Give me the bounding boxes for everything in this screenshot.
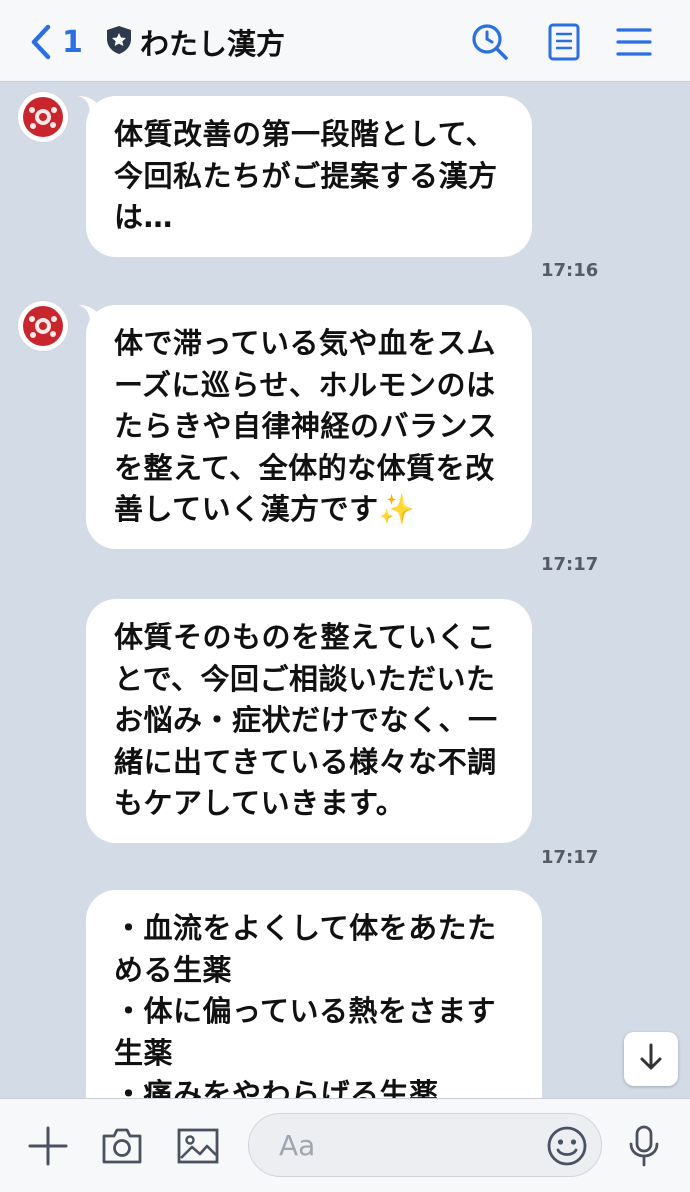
camera-icon[interactable] xyxy=(100,1124,144,1168)
chat-title-area[interactable]: わたし漢方 xyxy=(106,20,285,64)
plus-icon[interactable] xyxy=(26,1124,70,1168)
emoji-icon[interactable] xyxy=(545,1124,589,1168)
chat-title: わたし漢方 xyxy=(140,27,286,61)
chevron-left-icon xyxy=(30,24,52,60)
message-bubble[interactable]: 体で滞っている気や血をスムーズに巡らせ、ホルモンのはたらきや自律神経のバランスを… xyxy=(86,305,532,549)
arrow-down-icon xyxy=(638,1042,664,1076)
message-time: 17:17 xyxy=(541,847,599,868)
message-time: 17:17 xyxy=(541,554,599,575)
message-time: 17:16 xyxy=(541,260,599,281)
avatar[interactable] xyxy=(18,301,68,351)
menu-icon[interactable] xyxy=(614,22,654,62)
message-bubble[interactable]: ・血流をよくして体をあたためる生薬 ・体に偏っている熱をさます生薬 ・痛みをやわ… xyxy=(86,890,542,1098)
message-input[interactable]: Aa xyxy=(248,1113,602,1177)
search-history-icon[interactable] xyxy=(470,22,510,62)
unread-count: 1 xyxy=(62,24,83,60)
message-bubble[interactable]: 体質改善の第一段階として、 今回私たちがご提案する漢方は… xyxy=(86,96,532,257)
shield-badge-icon xyxy=(106,25,132,59)
notes-icon[interactable] xyxy=(544,22,584,62)
back-button[interactable]: 1 xyxy=(30,20,83,64)
message-list[interactable]: 体質改善の第一段階として、 今回私たちがご提案する漢方は… 17:16 体で滞っ… xyxy=(0,82,690,1098)
avatar[interactable] xyxy=(18,92,68,142)
image-icon[interactable] xyxy=(176,1124,220,1168)
microphone-icon[interactable] xyxy=(622,1124,666,1168)
chat-header: 1 わたし漢方 xyxy=(0,0,690,82)
scroll-down-button[interactable] xyxy=(624,1032,678,1086)
message-bubble[interactable]: 体質そのものを整えていくことで、今回ご相談いただいたお悩み・症状だけでなく、一緒… xyxy=(86,599,532,843)
input-placeholder: Aa xyxy=(279,1128,316,1162)
chat-input-bar: Aa xyxy=(0,1098,690,1192)
